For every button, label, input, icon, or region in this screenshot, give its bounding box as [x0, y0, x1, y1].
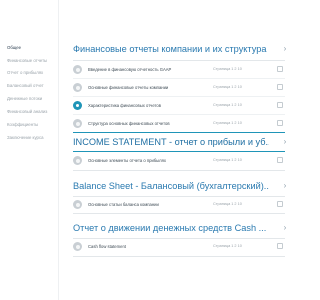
- chevron-right-icon[interactable]: ›: [280, 223, 290, 232]
- section-divider-accent: [73, 132, 285, 133]
- row-divider: [73, 114, 285, 115]
- list-item[interactable]: Введение в финансовую отчетность GAAP Ст…: [73, 64, 285, 78]
- section-divider: [73, 238, 285, 239]
- row-divider: [73, 78, 285, 79]
- completion-checkbox[interactable]: [277, 201, 283, 207]
- item-meta: Страница 1 2 10: [213, 121, 242, 125]
- section-title-cashflow[interactable]: Отчет о движении денежных средств Cash .…: [73, 223, 269, 233]
- check-circle-icon: [73, 101, 82, 110]
- section-divider: [73, 196, 285, 197]
- sidebar-item-balance[interactable]: Балансовый отчет: [7, 82, 57, 90]
- completion-checkbox[interactable]: [277, 66, 283, 72]
- section-divider: [73, 170, 285, 171]
- list-item[interactable]: Основные финансовые отчеты компании Стра…: [73, 82, 285, 96]
- list-item[interactable]: Основные статьи баланса компании Страниц…: [73, 199, 285, 213]
- item-title[interactable]: Cash flow statement: [88, 242, 198, 251]
- item-title[interactable]: Характеристика финансовых отчетов: [88, 101, 198, 110]
- item-title[interactable]: Введение в финансовую отчетность GAAP: [88, 65, 198, 74]
- list-item[interactable]: Структура основных финансовых отчетов Ст…: [73, 118, 285, 132]
- chevron-right-icon[interactable]: ›: [280, 44, 290, 53]
- page-icon: [73, 242, 82, 251]
- item-meta: Страница 1 2 10: [213, 67, 242, 71]
- item-meta: Страница 1 2 10: [213, 244, 242, 248]
- chevron-right-icon[interactable]: ›: [280, 137, 290, 146]
- sidebar-item-income[interactable]: Отчет о прибылях: [7, 69, 57, 77]
- item-title[interactable]: Основные статьи баланса компании: [88, 200, 198, 209]
- item-meta: Страница 1 2 10: [213, 85, 242, 89]
- list-item[interactable]: Cash flow statement Страница 1 2 10: [73, 241, 285, 255]
- section-divider: [73, 256, 285, 257]
- section-divider-accent: [73, 151, 285, 152]
- course-content: Финансовые отчеты компании и их структур…: [58, 0, 300, 300]
- completion-checkbox[interactable]: [277, 84, 283, 90]
- row-divider: [73, 96, 285, 97]
- completion-checkbox[interactable]: [277, 157, 283, 163]
- section-title-statements[interactable]: Финансовые отчеты компании и их структур…: [73, 44, 269, 54]
- page-icon: [73, 83, 82, 92]
- page-icon: [73, 119, 82, 128]
- completion-checkbox[interactable]: [277, 120, 283, 126]
- item-meta: Страница 1 2 10: [213, 158, 242, 162]
- item-meta: Страница 1 2 10: [213, 103, 242, 107]
- section-divider: [73, 213, 285, 214]
- list-item[interactable]: Основные элементы отчета о прибылях Стра…: [73, 155, 285, 169]
- completion-checkbox[interactable]: [277, 243, 283, 249]
- item-title[interactable]: Основные финансовые отчеты компании: [88, 83, 198, 92]
- page-icon: [73, 65, 82, 74]
- item-title[interactable]: Основные элементы отчета о прибылях: [88, 156, 198, 165]
- section-title-balance[interactable]: Balance Sheet - Балансовый (бухгалтерски…: [73, 181, 269, 191]
- sidebar-item-statements[interactable]: Финансовые отчеты: [7, 57, 57, 65]
- chevron-right-icon[interactable]: ›: [280, 181, 290, 190]
- course-sidebar: Общее Финансовые отчеты Отчет о прибылях…: [0, 0, 59, 300]
- sidebar-item-conclusion[interactable]: Заключение курса: [7, 134, 57, 142]
- item-title[interactable]: Структура основных финансовых отчетов: [88, 119, 198, 128]
- section-divider: [73, 60, 285, 61]
- completion-checkbox[interactable]: [277, 102, 283, 108]
- list-item[interactable]: Характеристика финансовых отчетов Страни…: [73, 100, 285, 114]
- page-icon: [73, 200, 82, 209]
- sidebar-item-ratios[interactable]: Коэффициенты: [7, 121, 57, 129]
- sidebar-item-general[interactable]: Общее: [7, 44, 57, 52]
- sidebar-item-cashflow[interactable]: Денежные потоки: [7, 95, 57, 103]
- item-meta: Страница 1 2 10: [213, 202, 242, 206]
- page-icon: [73, 156, 82, 165]
- sidebar-item-analysis[interactable]: Финансовый анализ: [7, 108, 57, 116]
- section-title-income[interactable]: INCOME STATEMENT - отчет о прибыли и уб.…: [73, 137, 269, 147]
